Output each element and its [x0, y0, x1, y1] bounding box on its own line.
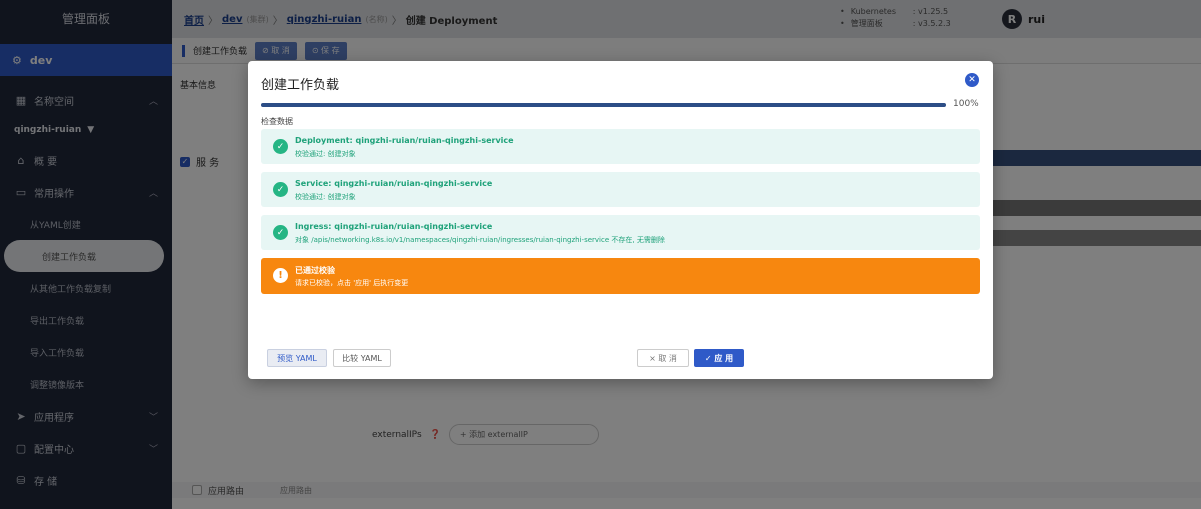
cancel-button[interactable]: × 取 消 [637, 349, 689, 367]
result-title: Service: qingzhi-ruian/ruian-qingzhi-ser… [295, 179, 493, 188]
warning-alert: ! 已通过校验 请求已校验，点击 '应用' 后执行变更 [261, 258, 980, 294]
create-workload-dialog: 创建工作负载 ✕ 100% 检查数据 ✓ Deployment: qingzhi… [248, 61, 993, 379]
section-label: 检查数据 [261, 117, 293, 126]
check-circle-icon: ✓ [273, 139, 288, 154]
result-desc: 对象 /apis/networking.k8s.io/v1/namespaces… [295, 236, 665, 244]
result-item: ✓ Deployment: qingzhi-ruian/ruian-qingzh… [261, 129, 980, 164]
exclamation-icon: ! [273, 268, 288, 283]
result-title: Deployment: qingzhi-ruian/ruian-qingzhi-… [295, 136, 514, 145]
apply-button[interactable]: ✓ 应 用 [694, 349, 744, 367]
warning-title: 已通过校验 [295, 266, 335, 275]
result-item: ✓ Ingress: qingzhi-ruian/ruian-qingzhi-s… [261, 215, 980, 250]
progress-fill [261, 103, 946, 107]
close-icon[interactable]: ✕ [965, 73, 979, 87]
check-circle-icon: ✓ [273, 182, 288, 197]
progress-bar [261, 103, 946, 107]
progress-text: 100% [953, 99, 979, 109]
check-circle-icon: ✓ [273, 225, 288, 240]
result-item: ✓ Service: qingzhi-ruian/ruian-qingzhi-s… [261, 172, 980, 207]
result-title: Ingress: qingzhi-ruian/ruian-qingzhi-ser… [295, 222, 493, 231]
result-desc: 校验通过: 创建对象 [295, 150, 356, 158]
preview-yaml-button[interactable]: 预览 YAML [267, 349, 327, 367]
result-desc: 校验通过: 创建对象 [295, 193, 356, 201]
warning-desc: 请求已校验，点击 '应用' 后执行变更 [295, 279, 409, 287]
dialog-title: 创建工作负载 [261, 78, 340, 93]
compare-yaml-button[interactable]: 比较 YAML [333, 349, 391, 367]
